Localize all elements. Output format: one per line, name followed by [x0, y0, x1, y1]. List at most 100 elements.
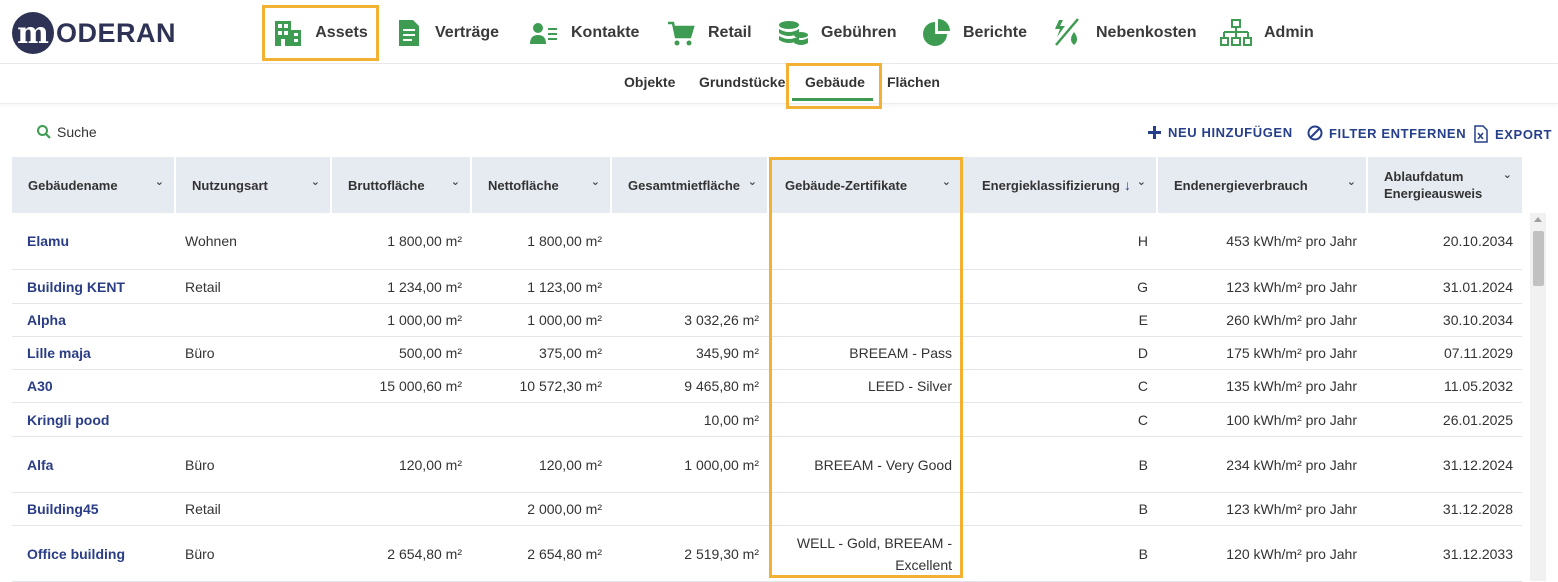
column-header-endenergieverbrauch[interactable]: Endenergieverbrauch ⌄ — [1158, 157, 1368, 213]
column-label: Ablaufdatum — [1384, 169, 1464, 184]
gross-area-cell: 120,00 m² — [398, 456, 462, 473]
certificate-text: BREEAM - Very Good — [814, 456, 952, 473]
chevron-down-icon[interactable]: ⌄ — [1347, 175, 1356, 188]
column-label: Bruttofläche — [348, 177, 425, 193]
building-name-link[interactable]: Alfa — [27, 437, 176, 492]
search-icon — [37, 125, 51, 139]
net-area-cell: 375,00 m² — [538, 345, 602, 361]
building-name-link[interactable]: Building KENT — [27, 270, 176, 303]
net-area-cell — [472, 403, 602, 436]
column-label: Energieausweis — [1384, 186, 1483, 201]
logo-mark: m — [12, 12, 54, 54]
chevron-down-icon[interactable]: ⌄ — [451, 175, 460, 188]
column-header-gebaeude-zertifikate[interactable]: Gebäude-Zertifikate ⌄ — [769, 157, 963, 213]
export-button[interactable]: EXPORT — [1473, 125, 1552, 143]
tab-objekte[interactable]: Objekte — [624, 74, 675, 90]
nav-item-kontakte[interactable]: Kontakte — [529, 8, 639, 58]
certificates-cell: WELL - Gold, BREEAM - Excellent — [769, 526, 952, 581]
nav-item-vertraege[interactable]: Verträge — [395, 8, 499, 58]
utilities-icon — [1055, 18, 1079, 46]
chevron-down-icon[interactable]: ⌄ — [1503, 167, 1512, 184]
certificate-expiry-cell: 31.12.2028 — [1442, 501, 1513, 517]
table-row[interactable]: Building KENT Retail 1 234,00 m² 1 123,00 m… — [12, 270, 1522, 304]
nav-item-admin[interactable]: Admin — [1220, 8, 1314, 58]
remove-filter-label: FILTER ENTFERNEN — [1329, 125, 1467, 141]
rental-area-cell: 2 519,30 m² — [684, 545, 759, 562]
usage-cell — [185, 403, 325, 436]
table-row[interactable]: Elamu Wohnen 1 800,00 m² 1 800,00 m² H 453 kW… — [12, 213, 1522, 270]
chevron-down-icon[interactable]: ⌄ — [942, 175, 951, 188]
column-header-gebaeudename[interactable]: Gebäudename ⌄ — [12, 157, 176, 213]
column-header-nutzungsart[interactable]: Nutzungsart ⌄ — [176, 157, 332, 213]
certificates-cell — [769, 403, 952, 436]
rental-area-cell — [612, 270, 759, 303]
sort-descending-icon[interactable]: ↓ — [1124, 177, 1131, 193]
nav-item-berichte[interactable]: Berichte — [921, 8, 1027, 58]
column-label: Gesamtmietfläche — [628, 177, 740, 193]
scroll-up-arrow-icon[interactable] — [1534, 217, 1542, 222]
certificates-cell: BREEAM - Pass — [769, 337, 952, 369]
table-row[interactable]: Kringli pood 10,00 m² C 100 kWh/m² pro Jahr… — [12, 403, 1522, 437]
energy-consumption-cell: 260 kWh/m² pro Jahr — [1226, 312, 1357, 328]
column-header-energieklassifizierung[interactable]: Energieklassifizierung ↓ ⌄ — [966, 157, 1158, 213]
building-name-link[interactable]: Building45 — [27, 493, 176, 525]
chevron-down-icon[interactable]: ⌄ — [155, 175, 164, 188]
gross-area-cell: 1 234,00 m² — [387, 278, 462, 295]
nav-item-nebenkosten[interactable]: Nebenkosten — [1052, 8, 1196, 58]
table-row[interactable]: Building45 Retail 2 000,00 m² B 123 kWh/m² p… — [12, 493, 1522, 526]
table-row[interactable]: Office building Büro 2 654,80 m² 2 654,80 m… — [12, 526, 1522, 582]
certificates-cell — [769, 213, 952, 269]
nav-item-gebuehren[interactable]: Gebühren — [777, 8, 897, 58]
energy-class-cell: C — [1137, 411, 1148, 428]
table-row[interactable]: Lille maja Büro 500,00 m² 375,00 m² 345,90 m… — [12, 337, 1522, 370]
certificate-expiry-cell: 31.01.2024 — [1442, 278, 1513, 295]
rental-area-cell: 1 000,00 m² — [684, 456, 759, 473]
moderan-logo[interactable]: m ODERAN — [12, 12, 176, 54]
building-name-link[interactable]: Elamu — [27, 213, 176, 269]
add-new-button[interactable]: NEU HINZUFÜGEN — [1147, 125, 1293, 140]
net-area-cell: 1 000,00 m² — [527, 312, 602, 328]
table-row[interactable]: Alpha 1 000,00 m² 1 000,00 m² 3 032,26 m² E 2… — [12, 304, 1522, 337]
net-area-cell: 1 123,00 m² — [527, 278, 602, 295]
nav-label-retail: Retail — [708, 24, 752, 41]
column-label: Gebäudename — [28, 177, 118, 193]
search-button[interactable]: Suche — [36, 124, 97, 140]
building-name-link[interactable]: Kringli pood — [27, 403, 176, 436]
scrollbar-thumb[interactable] — [1533, 231, 1544, 286]
chevron-down-icon[interactable]: ⌄ — [748, 175, 757, 188]
column-header-bruttoflaeche[interactable]: Bruttofläche ⌄ — [332, 157, 472, 213]
building-name-link[interactable]: Lille maja — [27, 337, 176, 369]
usage-cell: Büro — [185, 545, 215, 562]
export-label: EXPORT — [1495, 126, 1553, 142]
nav-item-assets[interactable]: Assets — [262, 5, 379, 61]
energy-class-cell: E — [1138, 312, 1148, 328]
chevron-down-icon[interactable]: ⌄ — [1137, 175, 1146, 188]
building-name-link[interactable]: Alpha — [27, 304, 176, 336]
building-name-link[interactable]: Office building — [27, 526, 176, 581]
tab-grundstuecke[interactable]: Grundstücke — [699, 74, 785, 90]
tab-flaechen[interactable]: Flächen — [887, 74, 940, 90]
certificates-cell: LEED - Silver — [769, 370, 952, 402]
certificates-cell — [769, 493, 952, 525]
table-row[interactable]: A30 15 000,60 m² 10 572,30 m² 9 465,80 m² LE… — [12, 370, 1522, 403]
usage-cell — [185, 370, 325, 402]
building-name-link[interactable]: A30 — [27, 370, 176, 402]
document-icon — [399, 20, 419, 46]
nav-label-nebenkosten: Nebenkosten — [1096, 24, 1197, 41]
column-header-ablaufdatum-energieausweis[interactable]: Ablaufdatum Energieausweis ⌄ — [1368, 157, 1524, 213]
vertical-scrollbar[interactable] — [1530, 213, 1546, 581]
table-row[interactable]: Alfa Büro 120,00 m² 120,00 m² 1 000,00 m² BRE… — [12, 437, 1522, 493]
chevron-down-icon[interactable]: ⌄ — [311, 175, 320, 188]
certificate-expiry-cell: 26.01.2025 — [1442, 411, 1513, 428]
net-area-cell: 2 654,80 m² — [527, 545, 602, 562]
certificate-expiry-cell: 20.10.2034 — [1442, 233, 1513, 249]
nav-item-retail[interactable]: Retail — [666, 8, 752, 58]
column-header-gesamtmietflaeche[interactable]: Gesamtmietfläche ⌄ — [612, 157, 769, 213]
remove-filter-button[interactable]: FILTER ENTFERNEN — [1307, 125, 1466, 141]
column-header-nettoflaeche[interactable]: Nettofläche ⌄ — [472, 157, 612, 213]
chevron-down-icon[interactable]: ⌄ — [591, 175, 600, 188]
energy-class-cell: H — [1137, 233, 1148, 249]
usage-cell — [185, 304, 325, 336]
column-label: Nutzungsart — [192, 177, 268, 193]
nav-label-gebuehren: Gebühren — [821, 24, 897, 41]
